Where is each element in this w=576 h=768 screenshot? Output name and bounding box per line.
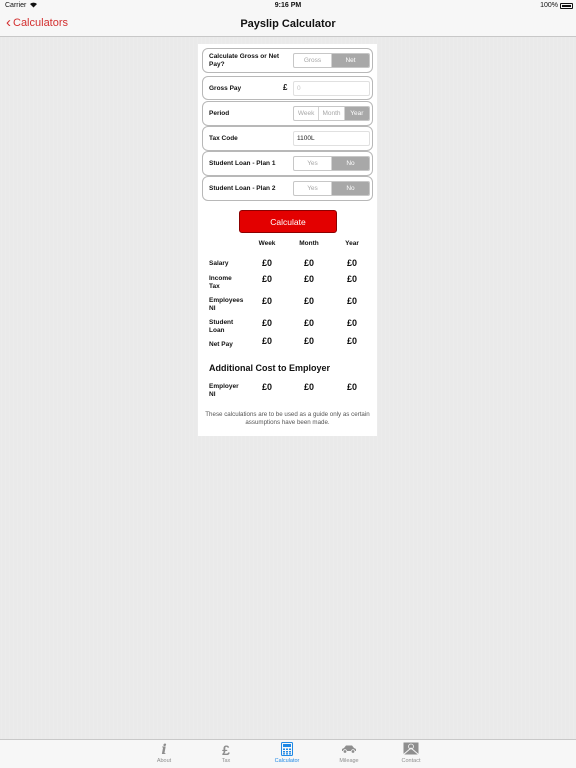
period-row: Period Week Month Year [202,101,373,126]
student-loan-month-value: £0 [303,318,314,328]
row-label-net-pay: Net Pay [209,341,233,348]
additional-cost-title: Additional Cost to Employer [209,363,331,373]
net-pay-week-value: £0 [261,336,272,346]
tab-about[interactable]: i About [134,742,194,764]
period-segmented[interactable]: Week Month Year [293,106,370,121]
employer-ni-year-value: £0 [346,382,357,392]
segment-week[interactable]: Week [294,107,318,120]
net-pay-year-value: £0 [346,336,357,346]
income-tax-month-value: £0 [303,274,314,284]
row-label-income-tax: Income Tax [209,275,232,290]
student-loan-1-row: Student Loan - Plan 1 Yes No [202,151,373,176]
segment-no[interactable]: No [331,157,369,170]
income-tax-week-value: £0 [261,274,272,284]
employees-ni-week-value: £0 [261,296,272,306]
student-loan-2-segmented[interactable]: Yes No [293,181,370,196]
page-title: Payslip Calculator [240,18,336,30]
disclaimer-text: These calculations are to be used as a g… [205,411,370,426]
tab-contact-label: Contact [401,758,421,764]
income-tax-year-value: £0 [346,274,357,284]
segment-yes[interactable]: Yes [294,182,331,195]
navigation-bar: ‹ Calculators Payslip Calculator [0,12,576,37]
pound-icon: £ [222,742,230,758]
student-loan-2-label: Student Loan - Plan 2 [209,185,276,192]
segment-year[interactable]: Year [343,107,369,120]
battery-percentage: 100% [540,2,558,9]
status-bar: Carrier 9:16 PM 100% [0,0,576,12]
row-label-salary: Salary [209,260,229,267]
tab-about-label: About [156,758,172,764]
student-loan-2-row: Student Loan - Plan 2 Yes No [202,176,373,201]
tab-calculator-label: Calculator [274,758,300,764]
pound-prefix: £ [283,83,288,92]
salary-month-value: £0 [303,258,314,268]
period-label: Period [209,110,230,117]
gross-pay-row: Gross Pay £ 0 [202,76,373,100]
segment-no[interactable]: No [331,182,369,195]
row-label-employer-ni: Employer NI [209,383,239,398]
column-header-week: Week [258,240,276,247]
row-label-employees-ni: Employees NI [209,297,244,312]
tax-code-input[interactable]: 1100L [293,131,370,146]
status-time: 9:16 PM [274,2,302,9]
net-pay-month-value: £0 [303,336,314,346]
segment-yes[interactable]: Yes [294,157,331,170]
tab-tax-label: Tax [221,758,231,764]
gross-net-segmented[interactable]: Gross Net [293,53,370,68]
employer-ni-month-value: £0 [303,382,314,392]
tab-contact[interactable]: Contact [381,742,441,764]
student-loan-week-value: £0 [261,318,272,328]
info-icon: i [161,742,167,758]
employer-ni-week-value: £0 [261,382,272,392]
battery-icon [560,3,573,9]
employees-ni-month-value: £0 [303,296,314,306]
employees-ni-year-value: £0 [346,296,357,306]
row-label-student-loan: Student Loan [209,319,234,334]
gross-pay-input[interactable]: 0 [293,81,370,96]
tab-bar: i About £ Tax Calculator Mileage Contact [0,739,576,768]
calc-type-row: Calculate Gross or Net Pay? Gross Net [202,48,373,73]
salary-year-value: £0 [346,258,357,268]
segment-month[interactable]: Month [318,107,343,120]
gross-pay-label: Gross Pay [209,85,242,92]
segment-net[interactable]: Net [331,54,369,67]
salary-week-value: £0 [261,258,272,268]
calculator-icon [257,742,317,758]
column-header-month: Month [299,240,319,247]
envelope-icon [381,742,441,758]
tab-mileage[interactable]: Mileage [319,742,379,764]
tax-code-row: Tax Code 1100L [202,126,373,151]
car-icon [319,742,379,758]
student-loan-1-label: Student Loan - Plan 1 [209,160,276,167]
segment-gross[interactable]: Gross [294,54,331,67]
payslip-card: Calculate Gross or Net Pay? Gross Net Gr… [198,44,377,436]
column-header-year: Year [345,240,359,247]
student-loan-year-value: £0 [346,318,357,328]
calculate-button[interactable]: Calculate [239,210,337,233]
tab-mileage-label: Mileage [339,758,359,764]
tax-code-label: Tax Code [209,135,238,142]
calc-type-label: Calculate Gross or Net Pay? [209,53,280,68]
tab-tax[interactable]: £ Tax [196,742,256,764]
tab-calculator[interactable]: Calculator [257,742,317,764]
student-loan-1-segmented[interactable]: Yes No [293,156,370,171]
